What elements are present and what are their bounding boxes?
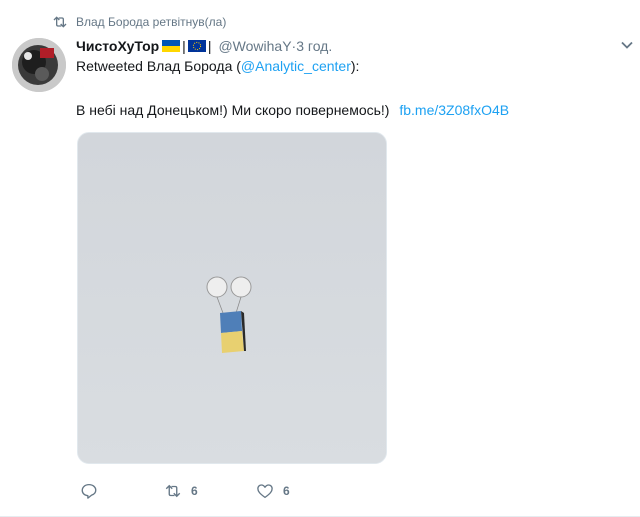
avatar-image [12,38,66,92]
retweet-icon [53,16,67,28]
retweeted-prefix: Retweeted Влад Борода ( [76,58,241,74]
heart-icon [257,484,273,499]
tweet-actions: 6 6 [80,480,290,502]
name-separator: | [182,38,186,54]
reply-button[interactable] [80,482,164,500]
mention-link[interactable]: @Analytic_center [241,58,351,74]
retweeted-suffix: ): [350,58,360,74]
reply-icon [81,483,97,499]
ukraine-flag-icon [162,40,181,52]
like-button[interactable]: 6 [256,482,290,500]
like-count: 6 [283,484,290,498]
tweet-body: В небі над Донецьком!) Ми скоро повернем… [76,102,390,118]
tweet-text: В небі над Донецьком!) Ми скоро повернем… [76,102,509,118]
avatar[interactable] [12,38,66,92]
retweeted-from: Retweeted Влад Борода (@Analytic_center)… [76,58,359,74]
tweet-timestamp[interactable]: 3 год. [296,38,332,54]
photo-image [78,133,386,463]
retweet-count: 6 [191,484,198,498]
tweet-header: ЧистоХуТор | | @WowihaY · 3 год. [76,36,332,56]
retweet-context[interactable]: Влад Борода ретвітнув(ла) [52,13,226,31]
tweet-photo[interactable] [77,132,387,464]
retweet-context-label[interactable]: Влад Борода ретвітнув(ла) [76,15,226,29]
chevron-down-icon[interactable] [620,38,634,52]
retweet-icon [165,484,181,498]
eu-flag-icon [187,40,206,52]
retweet-button[interactable]: 6 [164,482,256,500]
author-name[interactable]: ЧистоХуТор [76,38,159,54]
tweet[interactable]: Влад Борода ретвітнув(ла) ЧистоХуТор | |… [0,0,640,517]
name-separator: | [207,38,212,54]
author-handle[interactable]: @WowihaY [218,38,291,54]
tweet-link[interactable]: fb.me/3Z08fxO4B [399,102,509,118]
